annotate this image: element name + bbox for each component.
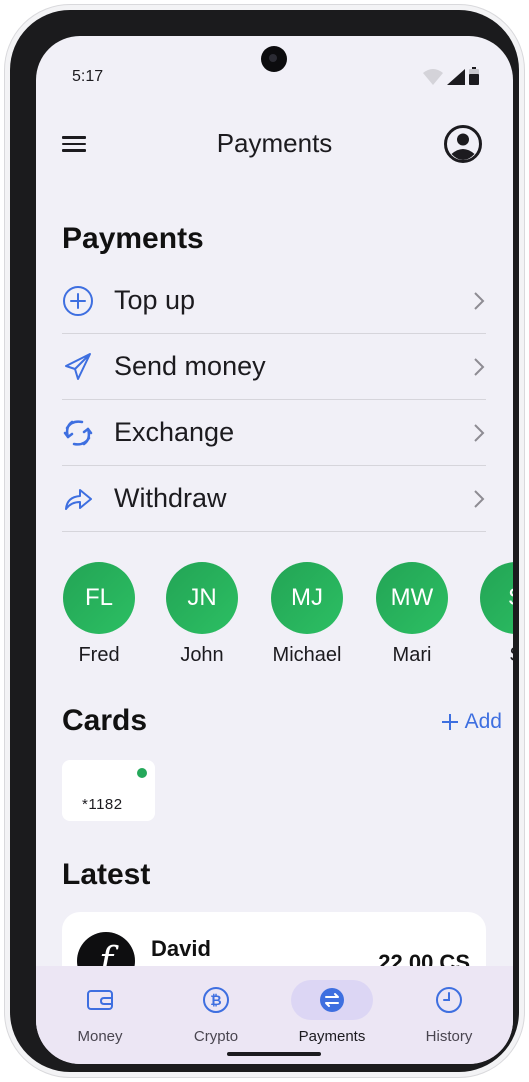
contact-item[interactable]: MW Mari: [375, 562, 449, 667]
payment-actions-list: Top up Send money Exchange Withdraw: [62, 268, 486, 532]
nav-pill: [59, 980, 141, 1020]
plus-icon: [441, 714, 458, 730]
contact-name: S: [479, 644, 513, 667]
contacts-carousel[interactable]: FL Fred JN John MJ Michael MW Mari S S: [62, 562, 513, 672]
card-number: *1182: [82, 796, 123, 813]
battery-icon: [469, 67, 479, 85]
cards-header: Cards Add: [62, 704, 502, 744]
contact-item[interactable]: JN John: [165, 562, 239, 667]
add-card-button[interactable]: Add: [441, 710, 502, 734]
share-arrow-icon: [62, 483, 94, 515]
action-withdraw[interactable]: Withdraw: [62, 466, 486, 532]
action-exchange[interactable]: Exchange: [62, 400, 486, 466]
page-title: Payments: [216, 128, 333, 158]
chevron-right-icon: [474, 357, 485, 376]
avatar: FL: [63, 562, 135, 634]
cards-section-title: Cards: [62, 704, 148, 737]
nav-label: History: [425, 1028, 473, 1045]
cellular-signal-icon: [447, 69, 465, 85]
wifi-icon: [423, 69, 443, 85]
wallet-icon: [87, 990, 113, 1010]
latest-section-title: Latest: [62, 858, 151, 891]
nav-pill: [408, 980, 490, 1020]
contact-item[interactable]: MJ Michael: [270, 562, 344, 667]
status-bar: 5:17: [36, 36, 513, 96]
action-label: Withdraw: [114, 483, 227, 513]
chevron-right-icon: [474, 291, 485, 310]
top-app-bar: Payments: [36, 116, 513, 172]
clock-icon: [436, 987, 462, 1013]
contact-name: John: [180, 644, 224, 666]
contact-name: Mari: [392, 644, 432, 666]
bitcoin-icon: ₿: [203, 987, 229, 1013]
contact-name: Fred: [78, 644, 120, 666]
action-label: Top up: [114, 285, 196, 315]
nav-label: Crypto: [193, 1028, 239, 1045]
action-label: Exchange: [114, 417, 235, 447]
contact-item[interactable]: S S: [479, 562, 513, 667]
chevron-right-icon: [474, 423, 485, 442]
nav-item-payments[interactable]: Payments: [277, 980, 387, 1045]
contact-name: Michael: [272, 644, 342, 666]
nav-pill: ₿: [175, 980, 257, 1020]
home-indicator[interactable]: [227, 1052, 321, 1056]
card-status-dot: [137, 768, 147, 778]
account-icon[interactable]: [443, 124, 483, 164]
action-send-money[interactable]: Send money: [62, 334, 486, 400]
action-top-up[interactable]: Top up: [62, 268, 486, 334]
bottom-navigation: Money ₿ Crypto Payments History: [36, 966, 513, 1064]
swap-icon: [320, 988, 344, 1012]
nav-item-history[interactable]: History: [394, 980, 504, 1045]
avatar: JN: [166, 562, 238, 634]
transaction-name: David: [151, 936, 211, 961]
nav-label: Money: [77, 1028, 123, 1045]
avatar: S: [480, 562, 513, 634]
device-frame: 5:17 Payments Payments Top up Send money…: [10, 10, 519, 1072]
add-card-label: Add: [464, 710, 502, 733]
send-icon: [62, 351, 94, 383]
exchange-icon: [62, 417, 94, 449]
status-time: 5:17: [72, 68, 104, 85]
payments-section-title: Payments: [62, 222, 204, 255]
avatar: MW: [376, 562, 448, 634]
chevron-right-icon: [474, 489, 485, 508]
nav-label: Payments: [298, 1028, 366, 1045]
status-icons: [423, 67, 479, 85]
nav-pill-active: [291, 980, 373, 1020]
phone-screen: 5:17 Payments Payments Top up Send money…: [36, 36, 513, 1064]
action-label: Send money: [114, 351, 266, 381]
avatar: MJ: [271, 562, 343, 634]
nav-item-money[interactable]: Money: [45, 980, 155, 1045]
plus-circle-icon: [62, 285, 94, 317]
contact-item[interactable]: FL Fred: [62, 562, 136, 667]
nav-item-crypto[interactable]: ₿ Crypto: [161, 980, 271, 1045]
svg-text:₿: ₿: [210, 993, 221, 1009]
card-tile[interactable]: *1182: [62, 760, 155, 821]
